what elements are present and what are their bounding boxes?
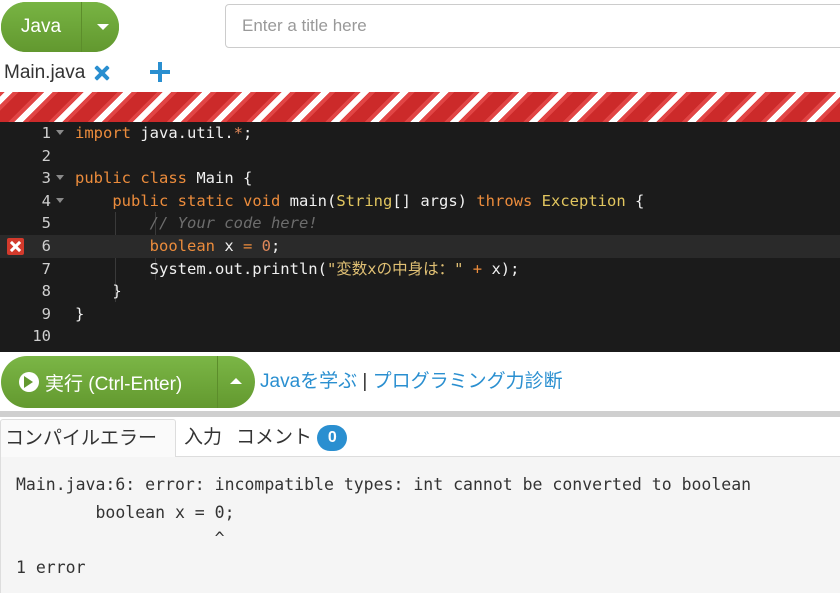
fold-arrow-icon[interactable] (56, 197, 64, 203)
play-icon (19, 372, 39, 392)
code-line-active: 6 boolean x = 0; (0, 235, 840, 258)
compile-error-output: Main.java:6: error: incompatible types: … (0, 457, 840, 593)
language-button[interactable]: Java (1, 2, 81, 52)
output-line: ^ (16, 529, 225, 548)
chevron-down-icon (97, 24, 109, 30)
code-line: 5 // Your code here! (0, 212, 840, 235)
line-number: 2 (41, 146, 51, 165)
run-control: 実行 (Ctrl-Enter) (1, 356, 255, 408)
code-text: System.out.println("変数xの中身は：" + x); (149, 259, 520, 278)
add-file-icon[interactable] (150, 62, 170, 82)
code-line: 3 public class Main { (0, 167, 840, 190)
line-number: 5 (41, 214, 51, 233)
fold-arrow-icon[interactable] (56, 130, 64, 135)
output-line: Main.java:6: error: incompatible types: … (16, 475, 752, 494)
fold-arrow-icon[interactable] (56, 175, 64, 181)
code-line: 9 } (0, 303, 840, 326)
tab-comment[interactable]: コメント 0 (232, 419, 351, 457)
code-text: public static void main(String[] args) t… (112, 191, 645, 210)
code-line: 4 public static void main(String[] args)… (0, 190, 840, 213)
tab-input[interactable]: 入力 (180, 419, 226, 457)
line-number: 7 (41, 259, 51, 278)
comment-count-badge: 0 (317, 424, 348, 451)
line-number: 10 (32, 327, 51, 346)
close-icon[interactable] (93, 64, 111, 82)
code-text: public class Main { (75, 169, 253, 188)
output-tabs: コンパイルエラー 入力 コメント 0 (0, 417, 840, 458)
line-number: 1 (41, 124, 51, 142)
code-text: } (75, 282, 122, 301)
code-line: 2 (0, 145, 840, 168)
code-text: boolean x = 0; (149, 237, 281, 255)
code-line: 10 (0, 325, 840, 348)
code-line: 8 } (0, 280, 840, 303)
error-stripe-banner (0, 92, 840, 122)
code-editor[interactable]: 1 import java.util.*; 2 3 public class M… (0, 122, 840, 352)
learn-java-link[interactable]: Javaを学ぶ (260, 371, 357, 392)
tab-comment-label: コメント (236, 427, 313, 448)
language-selector: Java (1, 2, 119, 52)
line-number: 6 (41, 237, 51, 255)
tab-compile-error[interactable]: コンパイルエラー (0, 419, 176, 458)
code-text: import java.util.*; (75, 124, 253, 142)
skill-check-link[interactable]: プログラミング力診断 (373, 371, 563, 392)
code-line: 7 System.out.println("変数xの中身は：" + x); (0, 258, 840, 281)
output-line: boolean x = 0; (16, 503, 235, 522)
code-text: // Your code here! (149, 214, 318, 233)
line-number: 4 (41, 191, 51, 210)
output-line: 1 error (16, 558, 86, 577)
line-number: 9 (41, 304, 51, 323)
chevron-up-icon (230, 378, 242, 384)
line-number: 8 (41, 282, 51, 301)
file-tab-label: Main.java (4, 62, 86, 83)
code-line: 1 import java.util.*; (0, 122, 840, 145)
run-button[interactable]: 実行 (Ctrl-Enter) (1, 356, 217, 408)
line-number: 3 (41, 169, 51, 188)
code-text: } (75, 304, 85, 323)
language-dropdown-toggle[interactable] (81, 2, 119, 52)
run-button-label: 実行 (Ctrl-Enter) (45, 373, 183, 395)
title-input[interactable] (225, 4, 840, 48)
promo-links: Javaを学ぶ | プログラミング力診断 (260, 366, 563, 393)
paiza-io-page: Java Main.java 1 import java.util.*; 2 3… (0, 0, 840, 593)
run-options-toggle[interactable] (217, 356, 255, 408)
link-separator: | (357, 371, 373, 392)
file-tab[interactable]: Main.java (4, 60, 111, 86)
